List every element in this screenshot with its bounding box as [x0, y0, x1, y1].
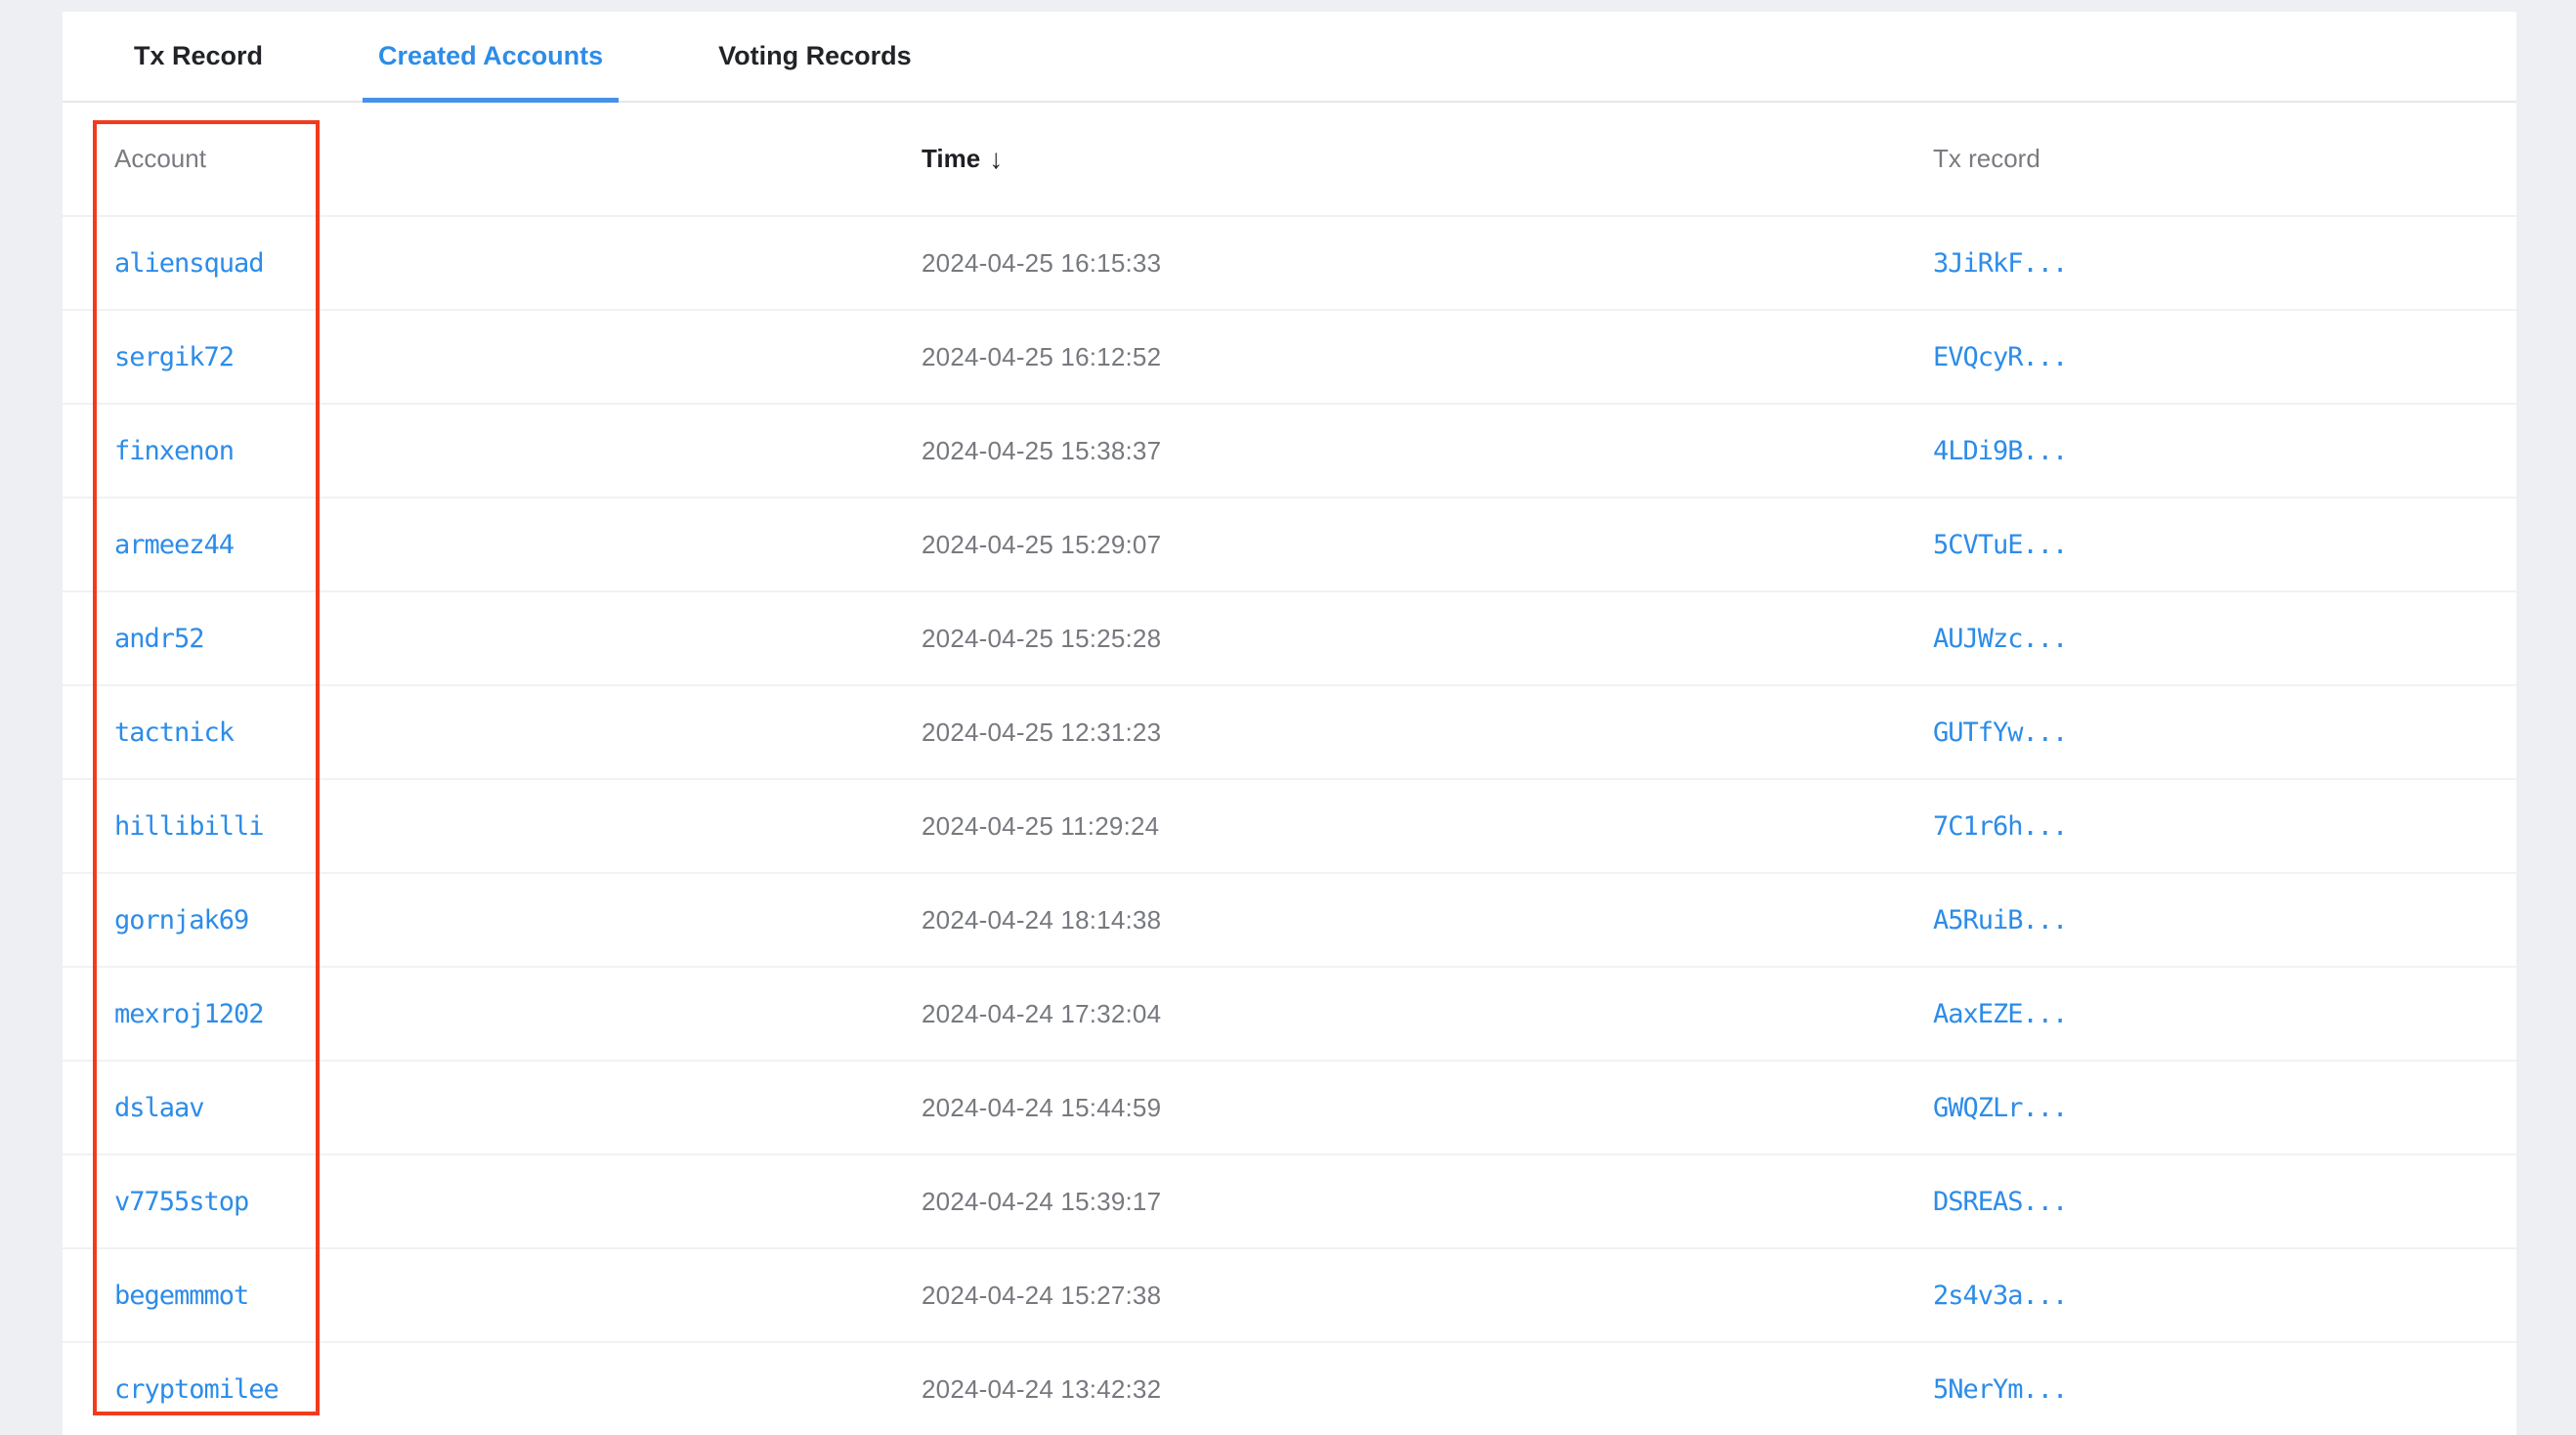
- tx-record-link[interactable]: 4LDi9B...: [1933, 436, 2068, 466]
- tx-record-link[interactable]: 5NerYm...: [1933, 1374, 2068, 1405]
- column-header-time[interactable]: Time ↓: [922, 144, 1933, 175]
- table-row: cryptomilee 2024-04-24 13:42:32 5NerYm..…: [63, 1341, 2516, 1435]
- account-link[interactable]: andr52: [114, 624, 205, 654]
- time-value: 2024-04-25 11:29:24: [922, 810, 1160, 841]
- account-link[interactable]: begemmmot: [114, 1281, 249, 1311]
- account-link[interactable]: dslaav: [114, 1093, 205, 1123]
- time-value: 2024-04-25 15:25:28: [922, 623, 1162, 653]
- time-value: 2024-04-24 15:39:17: [922, 1186, 1162, 1216]
- tab-created-accounts[interactable]: Created Accounts: [363, 12, 620, 103]
- tab-voting-records[interactable]: Voting Records: [703, 12, 927, 101]
- account-link[interactable]: mexroj1202: [114, 999, 265, 1029]
- tx-record-link[interactable]: GWQZLr...: [1933, 1093, 2068, 1123]
- tab-label: Voting Records: [718, 41, 912, 70]
- table-row: v7755stop 2024-04-24 15:39:17 DSREAS...: [63, 1153, 2516, 1247]
- tab-tx-record[interactable]: Tx Record: [118, 12, 279, 101]
- account-link[interactable]: hillibilli: [114, 811, 265, 842]
- tx-record-link[interactable]: DSREAS...: [1933, 1187, 2068, 1217]
- tx-record-link[interactable]: 2s4v3a...: [1933, 1281, 2068, 1311]
- tab-bar: Tx Record Created Accounts Voting Record…: [63, 12, 2516, 103]
- table-row: armeez44 2024-04-25 15:29:07 5CVTuE...: [63, 497, 2516, 590]
- sort-descending-icon: ↓: [989, 143, 1004, 174]
- account-link[interactable]: finxenon: [114, 436, 235, 466]
- time-value: 2024-04-24 15:44:59: [922, 1092, 1162, 1122]
- table-row: mexroj1202 2024-04-24 17:32:04 AaxEZE...: [63, 966, 2516, 1060]
- table-row: tactnick 2024-04-25 12:31:23 GUTfYw...: [63, 684, 2516, 778]
- table-row: dslaav 2024-04-24 15:44:59 GWQZLr...: [63, 1060, 2516, 1153]
- time-value: 2024-04-25 12:31:23: [922, 717, 1162, 747]
- tx-record-link[interactable]: AaxEZE...: [1933, 999, 2068, 1029]
- table-row: hillibilli 2024-04-25 11:29:24 7C1r6h...: [63, 778, 2516, 872]
- time-value: 2024-04-25 16:15:33: [922, 247, 1162, 278]
- created-accounts-panel: Tx Record Created Accounts Voting Record…: [63, 12, 2516, 1435]
- account-link[interactable]: tactnick: [114, 718, 235, 748]
- column-header-time-label: Time: [922, 144, 981, 173]
- table-header-row: Account Time ↓ Tx record: [63, 103, 2516, 215]
- account-link[interactable]: cryptomilee: [114, 1374, 279, 1405]
- tx-record-link[interactable]: 5CVTuE...: [1933, 530, 2068, 560]
- table-row: begemmmot 2024-04-24 15:27:38 2s4v3a...: [63, 1247, 2516, 1341]
- time-value: 2024-04-24 15:27:38: [922, 1280, 1162, 1310]
- tx-record-link[interactable]: GUTfYw...: [1933, 718, 2068, 748]
- table-row: gornjak69 2024-04-24 18:14:38 A5RuiB...: [63, 872, 2516, 966]
- table-row: finxenon 2024-04-25 15:38:37 4LDi9B...: [63, 403, 2516, 497]
- account-link[interactable]: gornjak69: [114, 905, 249, 935]
- table-row: andr52 2024-04-25 15:25:28 AUJWzc...: [63, 590, 2516, 684]
- table-body: aliensquad 2024-04-25 16:15:33 3JiRkF...…: [63, 215, 2516, 1435]
- account-link[interactable]: armeez44: [114, 530, 235, 560]
- table-row: sergik72 2024-04-25 16:12:52 EVQcyR...: [63, 309, 2516, 403]
- time-value: 2024-04-24 17:32:04: [922, 998, 1162, 1028]
- column-header-tx-record-label: Tx record: [1933, 144, 2040, 173]
- tab-label: Tx Record: [134, 41, 264, 70]
- tx-record-link[interactable]: 7C1r6h...: [1933, 811, 2068, 842]
- tab-label: Created Accounts: [378, 41, 604, 70]
- time-value: 2024-04-24 18:14:38: [922, 904, 1162, 935]
- tx-record-link[interactable]: 3JiRkF...: [1933, 248, 2068, 279]
- tx-record-link[interactable]: AUJWzc...: [1933, 624, 2068, 654]
- column-header-tx-record: Tx record: [1933, 144, 2516, 174]
- account-link[interactable]: aliensquad: [114, 248, 265, 279]
- account-link[interactable]: sergik72: [114, 342, 235, 372]
- time-value: 2024-04-25 16:12:52: [922, 341, 1162, 371]
- column-header-account: Account: [63, 144, 922, 174]
- time-value: 2024-04-24 13:42:32: [922, 1373, 1162, 1404]
- table-row: aliensquad 2024-04-25 16:15:33 3JiRkF...: [63, 215, 2516, 309]
- column-header-account-label: Account: [114, 144, 206, 173]
- account-link[interactable]: v7755stop: [114, 1187, 249, 1217]
- tx-record-link[interactable]: EVQcyR...: [1933, 342, 2068, 372]
- time-value: 2024-04-25 15:38:37: [922, 435, 1162, 465]
- tx-record-link[interactable]: A5RuiB...: [1933, 905, 2068, 935]
- time-value: 2024-04-25 15:29:07: [922, 529, 1162, 559]
